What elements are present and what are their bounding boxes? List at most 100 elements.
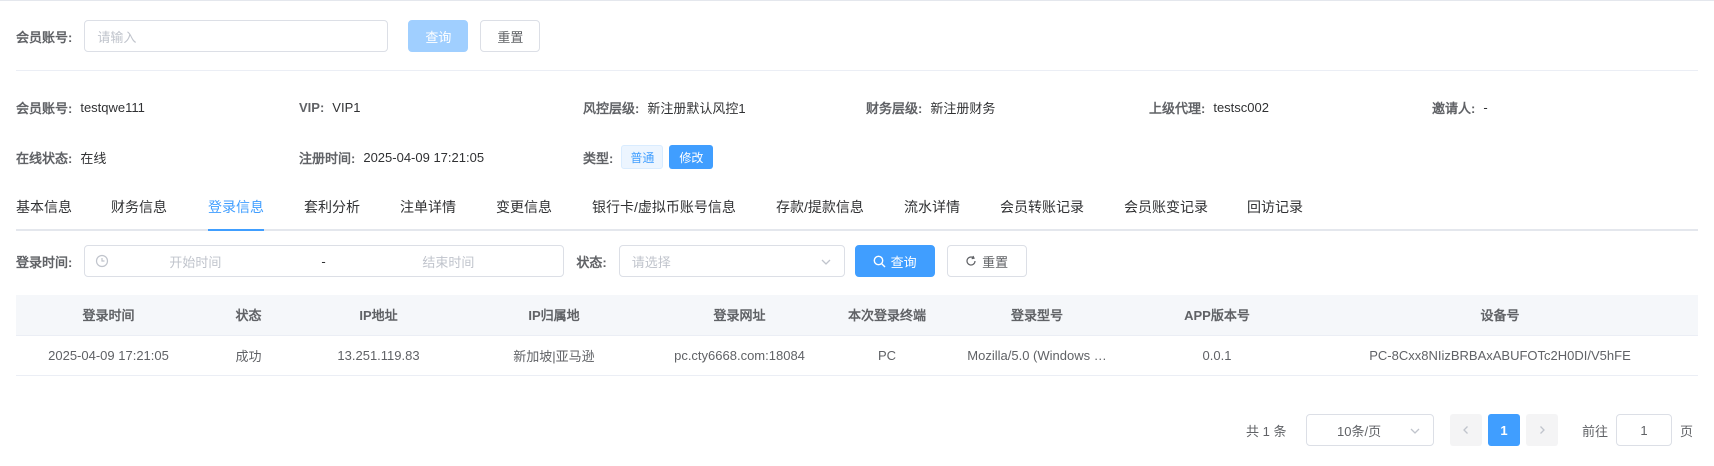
pagination-total: 共 1 条: [1246, 423, 1287, 439]
search-reset-button[interactable]: 重置: [480, 20, 541, 52]
info-agent-value: testsc002: [1213, 99, 1269, 115]
table-header-row: 登录时间 状态 IP地址 IP归属地 登录网址 本次登录终端 登录型号 APP版…: [16, 295, 1698, 336]
tab-arbitrage-analysis[interactable]: 套利分析: [304, 195, 360, 229]
search-query-button[interactable]: 查询: [408, 20, 469, 52]
info-inviter: 邀请人: -: [1432, 97, 1488, 117]
member-account-placeholder: 请输入: [97, 29, 137, 45]
page-1-button[interactable]: 1: [1488, 414, 1520, 446]
divider: [16, 70, 1698, 71]
th-device-id: 设备号: [1302, 295, 1698, 336]
tab-login-info[interactable]: 登录信息: [208, 195, 264, 231]
info-vip: VIP: VIP1: [299, 97, 360, 117]
member-account-label: 会员账号:: [16, 29, 73, 45]
table-row: 2025-04-09 17:21:05 成功 13.251.119.83 新加坡…: [16, 335, 1698, 376]
status-select[interactable]: 请选择: [618, 245, 845, 277]
filter-reset-label: 重置: [982, 254, 1009, 270]
pagination: 共 1 条: [1246, 414, 1286, 446]
tab-member-transfer[interactable]: 会员转账记录: [1000, 195, 1084, 229]
cell-status: 成功: [201, 335, 296, 376]
info-risk-value: 新注册默认风控1: [647, 100, 746, 116]
pagination-jumper: 前往 1 页: [1582, 414, 1693, 446]
tab-deposit-withdraw[interactable]: 存款/提款信息: [776, 195, 864, 229]
info-finance-value: 新注册财务: [930, 100, 996, 116]
cell-app-version: 0.0.1: [1132, 335, 1302, 376]
info-register-time-key: 注册时间:: [299, 150, 356, 166]
cell-terminal: PC: [832, 335, 942, 376]
info-vip-value: VIP1: [332, 99, 361, 115]
cell-login-url: pc.cty6668.com:18084: [647, 335, 832, 376]
login-time-range-picker[interactable]: 开始时间 - 结束时间: [84, 245, 565, 277]
tab-visit-records[interactable]: 回访记录: [1247, 195, 1303, 229]
th-app-version: APP版本号: [1132, 295, 1302, 336]
page-size-value: 10条/页: [1337, 423, 1382, 439]
page-size-select[interactable]: 10条/页: [1306, 414, 1434, 446]
login-time-label: 登录时间:: [16, 254, 73, 270]
filter-reset-button[interactable]: 重置: [946, 245, 1027, 277]
chevron-down-icon: [820, 256, 832, 271]
start-time-placeholder: 开始时间: [169, 254, 222, 270]
info-inviter-value: -: [1483, 99, 1488, 115]
goto-label: 前往: [1582, 423, 1609, 439]
tab-turnover-details[interactable]: 流水详情: [904, 195, 960, 229]
chevron-right-icon: [1540, 426, 1545, 434]
end-time-placeholder: 结束时间: [422, 254, 475, 270]
info-finance-key: 财务层级:: [866, 100, 923, 116]
info-inviter-key: 邀请人:: [1432, 100, 1476, 116]
status-label: 状态:: [576, 254, 607, 270]
clock-icon: [95, 254, 109, 268]
range-separator: -: [321, 253, 326, 269]
tab-bet-details[interactable]: 注单详情: [400, 195, 456, 229]
tab-finance-info[interactable]: 财务信息: [111, 195, 167, 229]
type-tag: 普通: [621, 145, 664, 169]
tab-basic-info[interactable]: 基本信息: [16, 195, 72, 229]
cell-ip-address: 13.251.119.83: [296, 335, 461, 376]
th-login-model: 登录型号: [942, 295, 1132, 336]
th-status: 状态: [201, 295, 296, 336]
info-risk: 风控层级: 新注册默认风控1: [583, 97, 746, 117]
cell-login-model: Mozilla/5.0 (Windows …: [942, 335, 1132, 376]
info-online: 在线状态: 在线: [16, 147, 106, 167]
info-finance: 财务层级: 新注册财务: [866, 97, 995, 117]
info-register-time-value: 2025-04-09 17:21:05: [363, 149, 485, 165]
cell-ip-location: 新加坡|亚马逊: [461, 335, 647, 376]
goto-page-input[interactable]: 1: [1616, 414, 1673, 446]
refresh-icon: [965, 255, 977, 267]
pagination-size-wrap: 10条/页: [1306, 414, 1434, 446]
chevron-down-icon: [1409, 425, 1421, 440]
page-unit-label: 页: [1680, 423, 1694, 439]
info-online-value: 在线: [80, 150, 107, 166]
status-placeholder: 请选择: [631, 254, 671, 270]
info-type-key: 类型:: [583, 150, 614, 166]
info-vip-key: VIP:: [299, 99, 325, 115]
cell-device-id: PC-8Cxx8NIizBRBAxABUFOTc2H0DI/V5hFE: [1302, 335, 1698, 376]
info-online-key: 在线状态:: [16, 150, 73, 166]
info-account-key: 会员账号:: [16, 100, 73, 116]
cell-login-time: 2025-04-09 17:21:05: [16, 335, 201, 376]
tab-bank-crypto-accounts[interactable]: 银行卡/虚拟币账号信息: [592, 195, 736, 229]
member-account-input[interactable]: 请输入: [84, 20, 389, 52]
type-edit-button[interactable]: 修改: [669, 145, 714, 169]
next-page-button[interactable]: [1526, 414, 1558, 446]
filter-query-button[interactable]: 查询: [854, 245, 935, 277]
info-account: 会员账号: testqwe111: [16, 97, 145, 117]
search-icon: [873, 255, 886, 268]
member-search-bar: 会员账号: 请输入 查询 重置: [16, 20, 541, 52]
info-account-value: testqwe111: [80, 99, 145, 115]
th-login-time: 登录时间: [16, 295, 201, 336]
pagination-pages: 1: [1450, 414, 1558, 446]
info-type: 类型: 普通 修改: [583, 145, 714, 169]
info-agent-key: 上级代理:: [1149, 100, 1206, 116]
chevron-left-icon: [1463, 426, 1468, 434]
filter-query-label: 查询: [890, 254, 917, 270]
th-login-url: 登录网址: [647, 295, 832, 336]
tab-bar: 基本信息 财务信息 登录信息 套利分析 注单详情 变更信息 银行卡/虚拟币账号信…: [16, 195, 1698, 231]
login-records-table: 登录时间 状态 IP地址 IP归属地 登录网址 本次登录终端 登录型号 APP版…: [16, 295, 1698, 376]
th-ip-location: IP归属地: [461, 295, 647, 336]
login-filter-bar: 登录时间: 开始时间 - 结束时间 状态: 请选择 查询 重置: [16, 245, 1027, 277]
tab-member-account-changes[interactable]: 会员账变记录: [1124, 195, 1208, 229]
tab-change-info[interactable]: 变更信息: [496, 195, 552, 229]
info-register-time: 注册时间: 2025-04-09 17:21:05: [299, 147, 484, 167]
prev-page-button[interactable]: [1450, 414, 1482, 446]
info-agent: 上级代理: testsc002: [1149, 97, 1269, 117]
top-border: [0, 0, 1714, 1]
